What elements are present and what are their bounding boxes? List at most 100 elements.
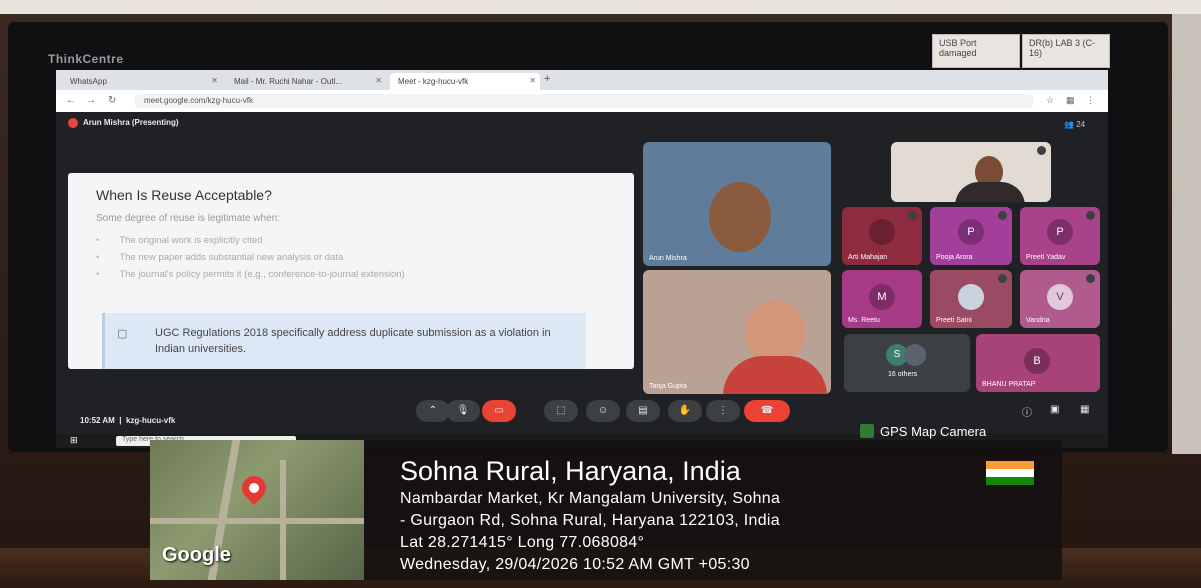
map-road: [280, 460, 286, 580]
forward-icon[interactable]: →: [86, 95, 96, 106]
presenter-name: Arun Mishra (Presenting): [83, 118, 179, 128]
participant-avatar: B: [1024, 348, 1050, 374]
presenter-avatar: [68, 118, 78, 128]
participant-name: Preeti Yadav: [1026, 254, 1066, 261]
participant-name: Arun Mishra: [649, 255, 687, 262]
participant-avatar: P: [1047, 219, 1073, 245]
mic-options-icon[interactable]: ⌃: [416, 400, 450, 422]
address-bar: ← → ↻ meet.google.com/kzg-hucu-vfk ☆ ▦ ⋮: [56, 90, 1108, 112]
slide-bullet: The original work is explicitly cited: [96, 235, 405, 246]
mic-off-icon: [998, 211, 1007, 220]
flag-green: [986, 477, 1034, 485]
participant-avatar: V: [1047, 284, 1073, 310]
close-icon[interactable]: ✕: [529, 76, 536, 85]
participant-avatar: M: [869, 284, 895, 310]
slide-title: When Is Reuse Acceptable?: [96, 187, 272, 203]
slide-bullet: The new paper adds substantial new analy…: [96, 252, 405, 263]
address-line-2: - Gurgaon Rd, Sohna Rural, Haryana 12210…: [400, 512, 780, 529]
participant-avatar: P: [958, 219, 984, 245]
participant-tile-others[interactable]: S 16 others: [844, 334, 970, 392]
participant-name: Tanja Gupta: [649, 383, 687, 390]
participant-name: Pooja Arora: [936, 254, 973, 261]
meeting-code: kzg-hucu-vfk: [125, 416, 176, 425]
participant-tile-tanja[interactable]: Tanja Gupta: [643, 270, 831, 394]
participant-name: Vandna: [1026, 317, 1050, 324]
present-icon[interactable]: ⬚: [544, 400, 578, 422]
map-road: [150, 518, 364, 524]
reload-icon[interactable]: ↻: [108, 95, 116, 106]
participant-tile[interactable]: V Vandna: [1020, 270, 1100, 328]
location-map: Google: [150, 440, 364, 580]
camera-off-icon[interactable]: ▭: [482, 400, 516, 422]
new-tab-icon[interactable]: +: [544, 73, 550, 85]
close-icon[interactable]: ✕: [211, 76, 218, 85]
datetime: Wednesday, 29/04/2026 10:52 AM GMT +05:3…: [400, 556, 750, 573]
participant-avatar: [869, 219, 895, 245]
location-title: Sohna Rural, Haryana, India: [400, 456, 741, 486]
participant-name: Arti Mahajan: [848, 254, 888, 261]
participant-tile[interactable]: M Ms. Reetu: [842, 270, 922, 328]
flag-saffron: [986, 461, 1034, 469]
participant-tile[interactable]: P Pooja Arora: [930, 207, 1012, 265]
side-wall: [1172, 14, 1201, 454]
gps-camera-icon: [860, 424, 874, 438]
slide-callout: ▢ UGC Regulations 2018 specifically addr…: [102, 313, 586, 369]
participant-tile-camera[interactable]: [891, 142, 1051, 202]
participant-tile[interactable]: Arti Mahajan: [842, 207, 922, 265]
flag-white: [986, 469, 1034, 477]
url-field[interactable]: meet.google.com/kzg-hucu-vfk: [134, 94, 1034, 108]
location-pin-dot: [249, 483, 259, 493]
tab-label: Meet - kzg-hucu-vfk: [398, 77, 469, 86]
participant-tile[interactable]: P Preeti Yadav: [1020, 207, 1100, 265]
photo-scene: ThinkCentre USB Port damaged DR(b) LAB 3…: [0, 0, 1201, 588]
emoji-icon[interactable]: ☺: [586, 400, 620, 422]
gps-app-label: GPS Map Camera: [880, 424, 987, 439]
slide-bullet: The journal's policy permits it (e.g., c…: [96, 269, 404, 280]
mic-off-icon: [1086, 274, 1095, 283]
mic-off-icon: [908, 211, 917, 220]
tab-mail[interactable]: Mail - Mr. Ruchi Nahar - Outl... ✕: [226, 73, 386, 90]
mic-off-icon: [998, 274, 1007, 283]
windows-start-icon[interactable]: ⊞: [70, 435, 78, 446]
participant-avatar: [904, 344, 926, 366]
screen: WhatsApp ✕ Mail - Mr. Ruchi Nahar - Outl…: [56, 70, 1108, 446]
mic-off-icon: [1086, 211, 1095, 220]
people-count[interactable]: 👥 24: [1064, 120, 1085, 129]
raise-hand-icon[interactable]: ✋: [668, 400, 702, 422]
people-count-value: 24: [1076, 120, 1086, 129]
browser-tab-bar: WhatsApp ✕ Mail - Mr. Ruchi Nahar - Outl…: [56, 70, 1108, 90]
mic-icon[interactable]: 🎙: [446, 400, 480, 422]
participant-tile-arun[interactable]: Arun Mishra: [643, 142, 831, 266]
hang-up-icon[interactable]: ☎: [744, 400, 790, 422]
info-icon[interactable]: ⓘ: [1022, 404, 1032, 419]
slide-bullets: The original work is explicitly cited Th…: [96, 235, 405, 286]
sticky-note-lab: DR(b) LAB 3 (C-16): [1022, 34, 1110, 68]
note-icon: ▢: [117, 328, 128, 340]
india-flag-icon: [986, 461, 1034, 485]
wall: [0, 0, 1201, 14]
tab-label: WhatsApp: [70, 77, 107, 86]
extensions-icon[interactable]: ▦: [1066, 95, 1075, 106]
participant-tile[interactable]: Preeti Saini: [930, 270, 1012, 328]
presenter-label: Arun Mishra (Presenting): [68, 118, 179, 128]
activities-icon[interactable]: ▦: [1080, 404, 1089, 415]
participant-tile[interactable]: B BHANU PRATAP: [976, 334, 1100, 392]
more-options-icon[interactable]: ⋮: [706, 400, 740, 422]
back-icon[interactable]: ←: [66, 95, 76, 106]
participant-name: Ms. Reetu: [848, 317, 880, 324]
tab-meet[interactable]: Meet - kzg-hucu-vfk ✕: [390, 73, 540, 90]
star-icon[interactable]: ☆: [1046, 95, 1054, 106]
mic-off-icon: [1037, 146, 1046, 155]
participant-video: [709, 182, 771, 252]
participant-video: [745, 300, 805, 364]
menu-icon[interactable]: ⋮: [1086, 95, 1095, 106]
participant-avatar: [958, 284, 984, 310]
coordinates: Lat 28.271415° Long 77.068084°: [400, 534, 645, 551]
people-icon: 👥: [1064, 120, 1074, 129]
captions-icon[interactable]: ▤: [626, 400, 660, 422]
chat-icon[interactable]: ▣: [1050, 404, 1059, 415]
close-icon[interactable]: ✕: [375, 76, 382, 85]
meeting-time: 10:52 AM: [80, 416, 115, 425]
tab-whatsapp[interactable]: WhatsApp ✕: [62, 73, 222, 90]
presentation-slide: When Is Reuse Acceptable? Some degree of…: [68, 173, 634, 369]
